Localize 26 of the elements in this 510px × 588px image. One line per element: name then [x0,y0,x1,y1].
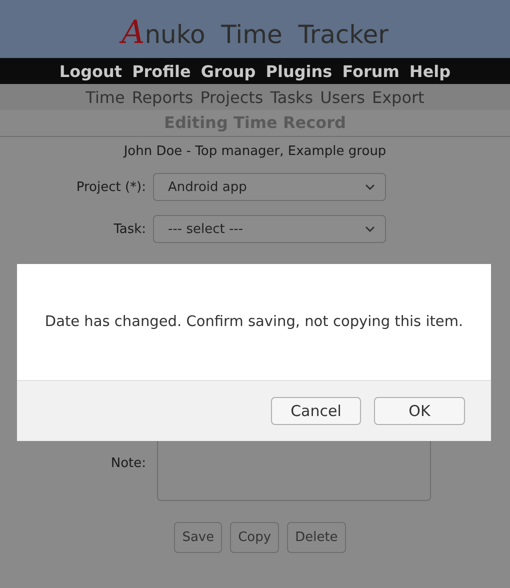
menu-link[interactable]: Plugins [266,62,332,80]
menu-link[interactable]: Logout [59,62,122,80]
field-label: Note: [110,456,147,470]
form-button[interactable]: Delete [287,522,346,553]
logo: Anuko Time Tracker [122,7,388,51]
nav-link[interactable]: Tasks [270,88,314,106]
field-label: Task: [112,222,147,236]
nav-link[interactable]: Export [372,88,424,106]
dropdown[interactable]: Android app [153,173,386,201]
form-button[interactable]: Save [174,522,222,553]
dialog-button[interactable]: Cancel [271,397,361,425]
nav-link[interactable]: Users [320,88,365,106]
form-button[interactable]: Copy [230,522,280,553]
menu-link[interactable]: Forum [342,62,400,80]
menu-link[interactable]: Help [409,62,451,80]
chevron-icon [365,226,375,232]
menu-link[interactable]: Profile [132,62,191,80]
chevron-icon [365,184,375,190]
nav-link[interactable]: Projects [200,88,264,106]
dialog-button[interactable]: OK [374,397,465,425]
nav-link[interactable]: Reports [132,88,194,106]
field-label: Project (*): [75,180,147,194]
nav-link[interactable]: Time [86,88,125,106]
user-info: John Doe - Top manager, Example group [122,144,388,159]
menu-link[interactable]: Group [200,62,256,80]
dropdown[interactable]: --- select --- [153,215,386,243]
